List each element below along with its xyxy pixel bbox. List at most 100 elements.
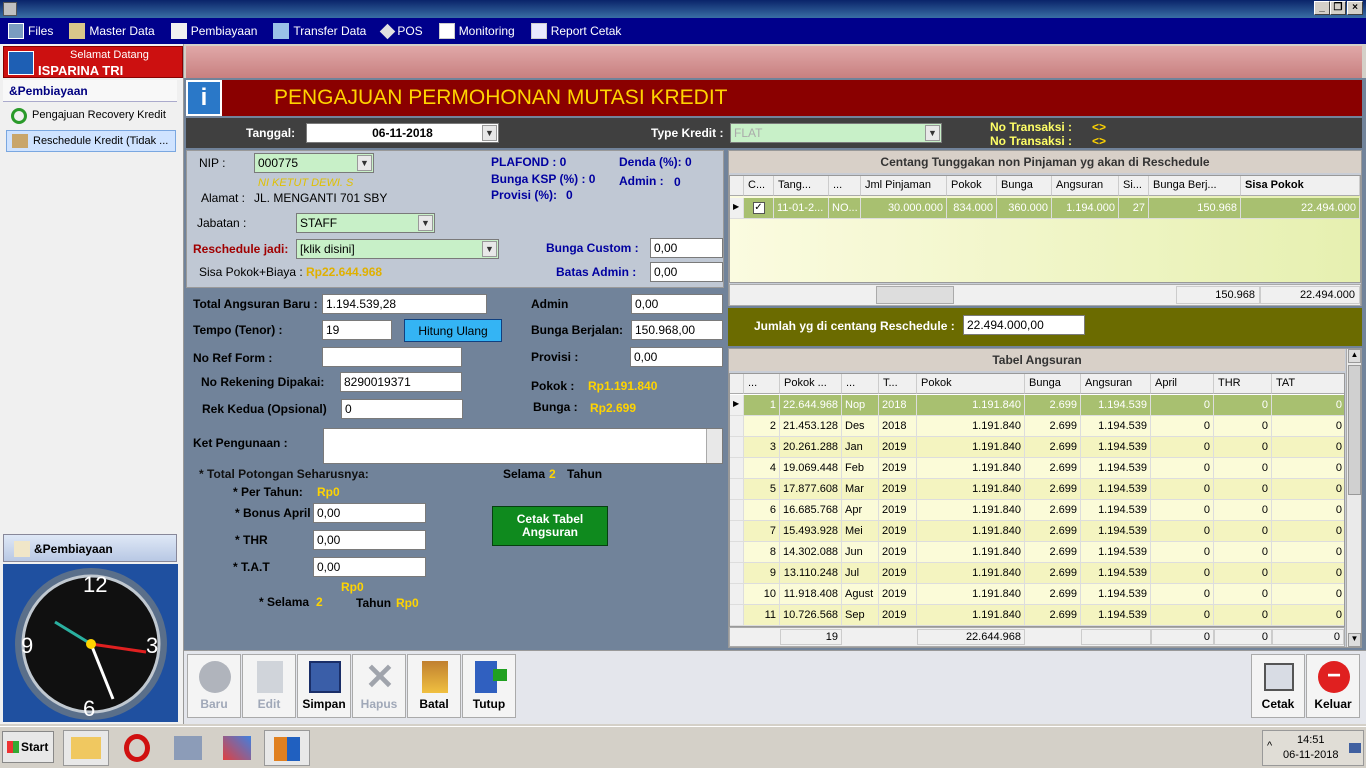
column-header[interactable]: Angsuran bbox=[1081, 374, 1151, 394]
batas-admin-field[interactable]: 0,00 bbox=[650, 262, 723, 282]
menu-label: Transfer Data bbox=[293, 24, 367, 38]
total-angsuran-field[interactable]: 1.194.539,28 bbox=[322, 294, 487, 314]
network-icon[interactable] bbox=[1349, 743, 1361, 753]
admin-field[interactable]: 0,00 bbox=[631, 294, 723, 314]
nip-field[interactable]: 000775 ▼ bbox=[254, 153, 374, 173]
minimize-button[interactable]: _ bbox=[1314, 1, 1330, 15]
table-cell: 1.194.539 bbox=[1081, 542, 1151, 563]
column-header[interactable]: Si... bbox=[1119, 176, 1149, 196]
baru-button[interactable]: Baru bbox=[187, 654, 241, 718]
chevron-down-icon[interactable]: ▼ bbox=[482, 241, 497, 257]
checkbox-icon[interactable]: ✓ bbox=[752, 202, 765, 214]
row-selector[interactable] bbox=[730, 479, 744, 500]
taskbar-active-app[interactable] bbox=[264, 730, 310, 766]
sidebar-item-reschedule[interactable]: Reschedule Kredit (Tidak ... bbox=[6, 130, 176, 152]
home-icon[interactable] bbox=[8, 51, 34, 75]
column-header[interactable]: Tang... bbox=[774, 176, 829, 196]
column-header[interactable]: Bunga bbox=[1025, 374, 1081, 394]
column-header[interactable]: Sisa Pokok bbox=[1241, 176, 1360, 196]
reschedule-field[interactable]: [klik disini] ▼ bbox=[296, 239, 499, 259]
column-header[interactable]: ... bbox=[744, 374, 780, 394]
edit-button[interactable]: Edit bbox=[242, 654, 296, 718]
thr-field[interactable]: 0,00 bbox=[313, 530, 426, 550]
admin-top-value: 0 bbox=[674, 175, 681, 189]
taskbar-app-2[interactable] bbox=[214, 730, 260, 766]
menu-master-data[interactable]: Master Data bbox=[69, 23, 155, 39]
row-selector[interactable] bbox=[730, 500, 744, 521]
row-selector[interactable] bbox=[730, 605, 744, 626]
rekening-field[interactable]: 8290019371 bbox=[340, 372, 462, 392]
row-selector[interactable] bbox=[730, 437, 744, 458]
scroll-thumb[interactable] bbox=[1348, 365, 1361, 495]
cetak-tabel-button[interactable]: Cetak Tabel Angsuran bbox=[492, 506, 608, 546]
menu-pembiayaan[interactable]: Pembiayaan bbox=[170, 23, 257, 39]
menu-transfer-data[interactable]: Transfer Data bbox=[273, 23, 366, 39]
column-header[interactable]: TAT bbox=[1272, 374, 1344, 394]
simpan-button[interactable]: Simpan bbox=[297, 654, 351, 718]
scroll-up-icon[interactable]: ▲ bbox=[1348, 349, 1361, 363]
taskbar-explorer[interactable] bbox=[63, 730, 109, 766]
menu-monitoring[interactable]: Monitoring bbox=[438, 23, 515, 39]
row-selector[interactable] bbox=[730, 542, 744, 563]
row-selector[interactable] bbox=[730, 563, 744, 584]
cetak-button[interactable]: Cetak bbox=[1251, 654, 1305, 718]
hitung-ulang-button[interactable]: Hitung Ulang bbox=[404, 319, 502, 342]
rek-kedua-field[interactable]: 0 bbox=[341, 399, 463, 419]
jabatan-field[interactable]: STAFF ▼ bbox=[296, 213, 435, 233]
bonus-april-field[interactable]: 0,00 bbox=[313, 503, 426, 523]
taskbar-app-1[interactable] bbox=[165, 730, 211, 766]
column-header[interactable]: April bbox=[1151, 374, 1214, 394]
row-selector[interactable] bbox=[730, 458, 744, 479]
row-selector[interactable] bbox=[730, 584, 744, 605]
provisi-field[interactable]: 0,00 bbox=[630, 347, 723, 367]
taskbar-opera[interactable] bbox=[114, 730, 160, 766]
restore-button[interactable]: ❐ bbox=[1330, 1, 1346, 15]
row-checkbox[interactable]: ✓ bbox=[744, 198, 774, 219]
horizontal-scrollbar[interactable] bbox=[876, 286, 954, 304]
ref-form-field[interactable] bbox=[322, 347, 462, 367]
row-selector[interactable] bbox=[730, 416, 744, 437]
column-header[interactable]: Angsuran bbox=[1052, 176, 1119, 196]
tanggal-field[interactable]: 06-11-2018 ▼ bbox=[306, 123, 499, 143]
chevron-down-icon[interactable]: ▼ bbox=[482, 125, 497, 141]
batal-button[interactable]: Batal bbox=[407, 654, 461, 718]
hapus-button[interactable]: ✕ Hapus bbox=[352, 654, 406, 718]
column-header[interactable]: Pokok bbox=[917, 374, 1025, 394]
type-kredit-field[interactable]: FLAT ▼ bbox=[730, 123, 942, 143]
sidebar-bottom-group[interactable]: &Pembiayaan bbox=[3, 534, 177, 562]
ket-textarea[interactable] bbox=[323, 428, 723, 464]
row-selector[interactable] bbox=[730, 521, 744, 542]
vertical-scrollbar[interactable]: ▲ ▼ bbox=[1346, 349, 1361, 647]
chevron-down-icon[interactable]: ▼ bbox=[357, 155, 372, 171]
column-header[interactable]: THR bbox=[1214, 374, 1272, 394]
column-header[interactable]: Pokok bbox=[947, 176, 997, 196]
menu-pos[interactable]: POS bbox=[380, 23, 423, 39]
bunga-berjalan-field[interactable]: 150.968,00 bbox=[631, 320, 723, 340]
textarea-scrollbar[interactable] bbox=[706, 429, 722, 463]
close-button[interactable]: × bbox=[1347, 1, 1363, 15]
start-button[interactable]: Start bbox=[2, 731, 54, 763]
chevron-down-icon[interactable]: ▼ bbox=[418, 215, 433, 231]
column-header[interactable]: T... bbox=[879, 374, 917, 394]
column-header[interactable]: ... bbox=[829, 176, 861, 196]
sidebar-item-recovery[interactable]: Pengajuan Recovery Kredit bbox=[6, 106, 176, 126]
column-header[interactable]: Bunga Berj... bbox=[1149, 176, 1241, 196]
column-header[interactable]: Jml Pinjaman bbox=[861, 176, 947, 196]
scroll-down-icon[interactable]: ▼ bbox=[1348, 633, 1361, 647]
chevron-up-icon[interactable]: ^ bbox=[1267, 740, 1272, 752]
column-header[interactable]: C... bbox=[744, 176, 774, 196]
tutup-button[interactable]: Tutup bbox=[462, 654, 516, 718]
tat-field[interactable]: 0,00 bbox=[313, 557, 426, 577]
row-selector[interactable]: ▶ bbox=[730, 395, 744, 416]
sidebar-header[interactable]: &Pembiayaan bbox=[3, 80, 177, 102]
menu-report-cetak[interactable]: Report Cetak bbox=[530, 23, 621, 39]
chevron-down-icon[interactable]: ▼ bbox=[925, 125, 940, 141]
tempo-field[interactable]: 19 bbox=[322, 320, 392, 340]
keluar-button[interactable]: − Keluar bbox=[1306, 654, 1360, 718]
jumlah-field[interactable]: 22.494.000,00 bbox=[963, 315, 1085, 335]
column-header[interactable]: Bunga bbox=[997, 176, 1052, 196]
column-header[interactable]: Pokok ... bbox=[780, 374, 842, 394]
column-header[interactable]: ... bbox=[842, 374, 879, 394]
bunga-custom-field[interactable]: 0,00 bbox=[650, 238, 723, 258]
menu-files[interactable]: Files bbox=[8, 23, 53, 39]
